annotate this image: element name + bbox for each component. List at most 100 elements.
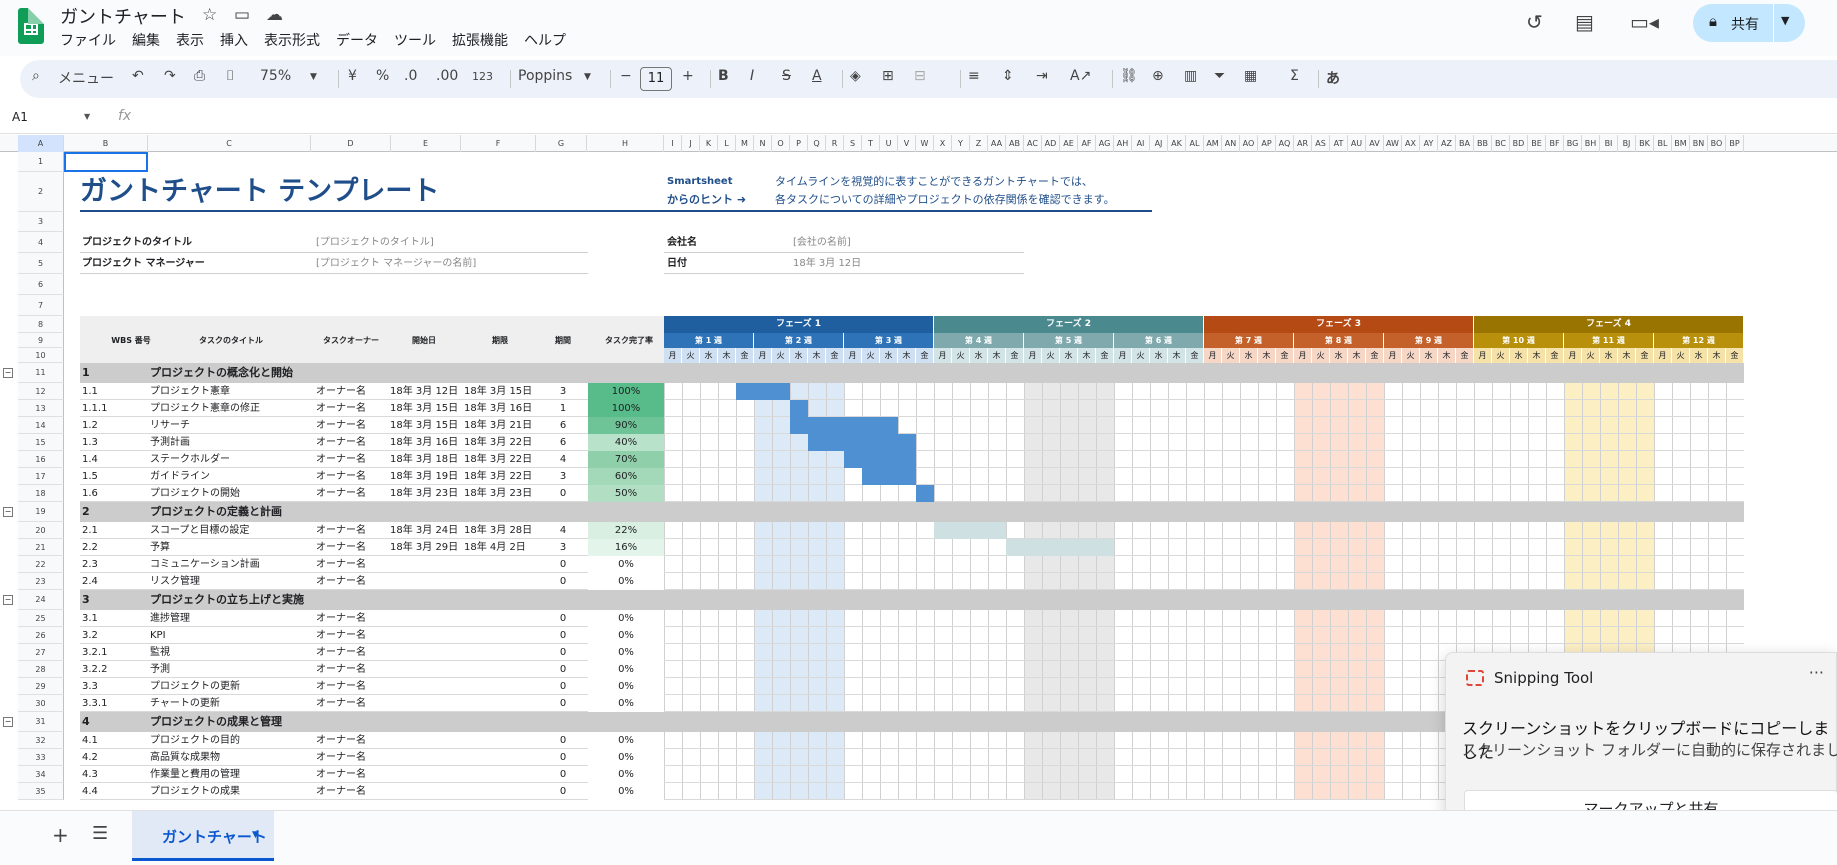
meet-video-icon[interactable]: ▭◂ xyxy=(1630,10,1659,34)
column-header[interactable]: AY xyxy=(1420,135,1438,152)
task-end[interactable]: 18年 3月 21日 xyxy=(464,417,536,434)
comments-icon[interactable]: ▤ xyxy=(1575,10,1594,34)
share-button[interactable]: 🔒︎ 共有 ▼ xyxy=(1693,4,1805,42)
task-percent[interactable]: 0% xyxy=(588,610,664,627)
column-header[interactable]: AD xyxy=(1042,135,1060,152)
menu-search-input[interactable]: メニュー xyxy=(58,68,114,88)
task-duration[interactable]: 3 xyxy=(548,383,578,400)
collapse-group-icon[interactable]: − xyxy=(3,507,13,517)
column-header[interactable]: AL xyxy=(1186,135,1204,152)
task-wbs[interactable]: 3.2 xyxy=(82,627,142,644)
column-header[interactable]: Z xyxy=(970,135,988,152)
column-header[interactable]: AR xyxy=(1294,135,1312,152)
filter-views-icon[interactable]: ▦ xyxy=(1244,68,1257,84)
row-header[interactable]: 20 xyxy=(18,522,64,539)
task-start[interactable] xyxy=(390,766,460,783)
task-owner[interactable]: オーナー名 xyxy=(316,400,386,417)
day-header[interactable]: 木 xyxy=(808,348,826,363)
week-header[interactable]: 第 12 週 xyxy=(1654,333,1744,348)
row-header[interactable]: 23 xyxy=(18,573,64,590)
column-header[interactable]: BK xyxy=(1636,135,1654,152)
task-wbs[interactable]: 4.1 xyxy=(82,732,142,749)
input-tools-button[interactable]: あ xyxy=(1326,68,1340,88)
day-header[interactable]: 月 xyxy=(1024,348,1042,363)
column-header[interactable]: O xyxy=(772,135,790,152)
day-header[interactable]: 月 xyxy=(844,348,862,363)
day-header[interactable]: 火 xyxy=(952,348,970,363)
row-header[interactable]: 12 xyxy=(18,383,64,400)
row-header[interactable]: 7 xyxy=(18,295,64,316)
sheet-tab-dropdown-icon[interactable]: ▼ xyxy=(252,830,259,840)
row-header[interactable]: 19 xyxy=(18,502,64,522)
task-title[interactable]: ガイドライン xyxy=(150,468,310,485)
day-header[interactable]: 水 xyxy=(880,348,898,363)
project-title-label[interactable]: プロジェクトのタイトル xyxy=(82,232,282,253)
task-title[interactable]: 予測 xyxy=(150,661,310,678)
task-duration[interactable]: 0 xyxy=(548,573,578,590)
day-header[interactable]: 月 xyxy=(754,348,772,363)
font-size-input[interactable]: 11 xyxy=(640,67,672,91)
week-header[interactable]: 第 3 週 xyxy=(844,333,934,348)
day-header[interactable]: 火 xyxy=(1402,348,1420,363)
column-header[interactable]: S xyxy=(844,135,862,152)
task-title[interactable]: リスク管理 xyxy=(150,573,310,590)
column-title[interactable]: タスクオーナー xyxy=(316,333,386,348)
move-folder-icon[interactable]: ▭ xyxy=(234,5,250,25)
column-header[interactable]: AX xyxy=(1402,135,1420,152)
task-owner[interactable]: オーナー名 xyxy=(316,383,386,400)
task-title[interactable]: 高品質な成果物 xyxy=(150,749,310,766)
row-header[interactable]: 3 xyxy=(18,212,64,232)
column-header[interactable]: W xyxy=(916,135,934,152)
column-header[interactable]: AA xyxy=(988,135,1006,152)
date-value[interactable]: 18年 3月 12日 xyxy=(793,253,993,274)
task-owner[interactable]: オーナー名 xyxy=(316,627,386,644)
task-duration[interactable]: 3 xyxy=(548,468,578,485)
day-header[interactable]: 金 xyxy=(1636,348,1654,363)
section-title[interactable]: プロジェクトの立ち上げと実施 xyxy=(150,590,450,610)
task-title[interactable]: プロジェクトの目的 xyxy=(150,732,310,749)
column-header[interactable]: C xyxy=(148,135,311,152)
day-header[interactable]: 木 xyxy=(1708,348,1726,363)
column-header[interactable]: Y xyxy=(952,135,970,152)
text-wrap-icon[interactable]: ⇥ xyxy=(1036,68,1048,84)
column-header[interactable]: M xyxy=(736,135,754,152)
column-header[interactable]: X xyxy=(934,135,952,152)
gantt-bar[interactable] xyxy=(790,400,808,417)
number-format-button[interactable]: 123 xyxy=(472,70,493,83)
week-header[interactable]: 第 9 週 xyxy=(1384,333,1474,348)
task-title[interactable]: プロジェクト憲章 xyxy=(150,383,310,400)
selected-cell-a1[interactable] xyxy=(64,152,148,172)
task-end[interactable] xyxy=(464,661,536,678)
search-icon[interactable]: ⌕ xyxy=(32,68,40,84)
horizontal-align-icon[interactable]: ≡ xyxy=(968,68,980,84)
task-start[interactable]: 18年 3月 12日 xyxy=(390,383,460,400)
day-header[interactable]: 金 xyxy=(1096,348,1114,363)
column-header[interactable]: AW xyxy=(1384,135,1402,152)
gantt-bar[interactable] xyxy=(844,451,916,468)
font-dropdown-icon[interactable]: ▼ xyxy=(584,72,591,82)
menu-item[interactable]: 拡張機能 xyxy=(452,30,516,50)
menu-item[interactable]: データ xyxy=(336,30,386,50)
task-owner[interactable]: オーナー名 xyxy=(316,573,386,590)
row-header[interactable]: 18 xyxy=(18,485,64,502)
task-percent[interactable]: 0% xyxy=(588,556,664,573)
share-dropdown-icon[interactable]: ▼ xyxy=(1781,14,1789,27)
day-header[interactable]: 月 xyxy=(1564,348,1582,363)
day-header[interactable]: 月 xyxy=(1204,348,1222,363)
column-header[interactable]: BG xyxy=(1564,135,1582,152)
decrease-decimal-button[interactable]: .0 xyxy=(404,68,417,84)
task-start[interactable]: 18年 3月 29日 xyxy=(390,539,460,556)
column-header[interactable]: AI xyxy=(1132,135,1150,152)
row-header[interactable]: 28 xyxy=(18,661,64,678)
row-header[interactable]: 21 xyxy=(18,539,64,556)
week-header[interactable]: 第 4 週 xyxy=(934,333,1024,348)
day-header[interactable]: 月 xyxy=(1294,348,1312,363)
task-title[interactable]: プロジェクトの開始 xyxy=(150,485,310,502)
name-box-dropdown-icon[interactable]: ▼ xyxy=(84,112,90,121)
row-header[interactable]: 11 xyxy=(18,363,64,383)
day-header[interactable]: 火 xyxy=(1312,348,1330,363)
task-start[interactable] xyxy=(390,644,460,661)
day-header[interactable]: 金 xyxy=(1546,348,1564,363)
task-title[interactable]: 予測計画 xyxy=(150,434,310,451)
day-header[interactable]: 木 xyxy=(1618,348,1636,363)
